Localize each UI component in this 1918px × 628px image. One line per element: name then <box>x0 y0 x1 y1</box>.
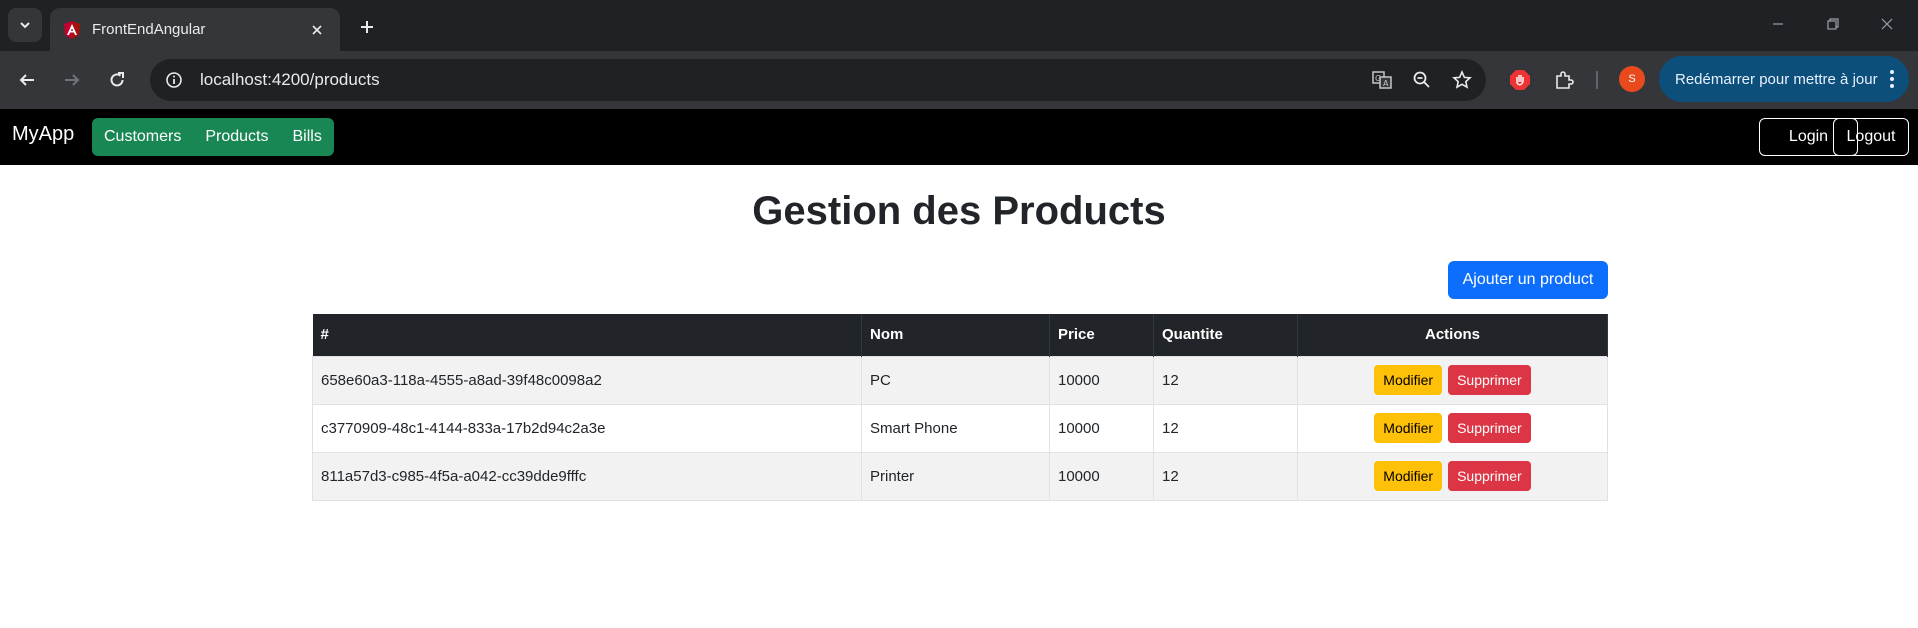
cell-id: 658e60a3-118a-4555-a8ad-39f48c0098a2 <box>312 355 862 405</box>
cell-actions: Modifier Supprimer <box>1297 403 1608 453</box>
add-product-button[interactable]: Ajouter un product <box>1448 261 1608 299</box>
chevron-down-icon <box>20 22 30 29</box>
table-row: c3770909-48c1-4144-833a-17b2d94c2a3e Sma… <box>312 403 1608 453</box>
cell-name: Smart Phone <box>861 403 1050 453</box>
zoom-out-icon[interactable] <box>1406 64 1438 96</box>
table-header-row: # Nom Price Quantite Actions <box>312 314 1608 356</box>
nav-link-products[interactable]: Products <box>193 118 281 156</box>
reload-icon <box>110 72 124 87</box>
back-button[interactable] <box>9 62 45 98</box>
arrow-left-icon <box>19 74 34 86</box>
new-tab-button[interactable] <box>352 12 382 42</box>
cell-name: PC <box>861 355 1050 405</box>
cell-price: 10000 <box>1049 403 1154 453</box>
close-window-button[interactable] <box>1873 12 1901 36</box>
tab-close-icon[interactable] <box>306 19 328 41</box>
restore-button[interactable] <box>1819 12 1847 36</box>
products-table: # Nom Price Quantite Actions 658e60a3-11… <box>312 314 1608 501</box>
cell-actions: Modifier Supprimer <box>1297 355 1608 405</box>
app-navbar: MyApp Customers Products Bills Login Log… <box>0 109 1918 165</box>
svg-text:A: A <box>1383 79 1389 88</box>
cell-quantity: 12 <box>1153 355 1298 405</box>
angular-logo-icon <box>64 20 80 39</box>
cell-id: 811a57d3-c985-4f5a-a042-cc39dde9fffc <box>312 451 862 501</box>
restore-icon <box>1827 18 1839 30</box>
browser-tab[interactable]: FrontEndAngular <box>50 8 340 51</box>
nav-link-bills[interactable]: Bills <box>280 118 334 156</box>
svg-text:G: G <box>1375 74 1381 83</box>
minimize-icon <box>1773 23 1783 25</box>
toolbar-separator <box>1596 71 1598 89</box>
close-icon <box>1881 18 1893 30</box>
column-header-id: # <box>312 314 862 356</box>
table-row: 658e60a3-118a-4555-a8ad-39f48c0098a2 PC … <box>312 355 1608 405</box>
column-header-name: Nom <box>861 314 1050 356</box>
column-header-actions: Actions <box>1297 314 1608 356</box>
nav-link-customers[interactable]: Customers <box>92 118 194 156</box>
delete-button[interactable]: Supprimer <box>1448 413 1531 443</box>
cell-price: 10000 <box>1049 451 1154 501</box>
tab-search-button[interactable] <box>8 8 42 42</box>
more-vert-icon[interactable] <box>1889 68 1895 94</box>
site-info-icon[interactable] <box>160 66 188 94</box>
navbar-brand[interactable]: MyApp <box>12 123 74 146</box>
tab-title: FrontEndAngular <box>92 21 206 38</box>
cell-quantity: 12 <box>1153 403 1298 453</box>
bookmark-star-icon[interactable] <box>1446 64 1478 96</box>
update-restart-label: Redémarrer pour mettre à jour <box>1675 70 1878 88</box>
profile-avatar[interactable]: S <box>1619 66 1645 92</box>
cell-name: Printer <box>861 451 1050 501</box>
page-title: Gestion des Products <box>752 189 1166 233</box>
cell-quantity: 12 <box>1153 451 1298 501</box>
column-header-quantity: Quantite <box>1153 314 1298 356</box>
url-text: localhost:4200/products <box>200 70 380 89</box>
cell-actions: Modifier Supprimer <box>1297 451 1608 501</box>
extensions-puzzle-icon[interactable] <box>1548 64 1580 96</box>
adblock-extension-icon[interactable] <box>1504 64 1536 96</box>
cell-price: 10000 <box>1049 355 1154 405</box>
delete-button[interactable]: Supprimer <box>1448 365 1531 395</box>
translate-icon[interactable]: GA <box>1366 64 1398 96</box>
nav-links: Customers Products Bills <box>92 118 334 156</box>
minimize-button[interactable] <box>1764 12 1792 36</box>
cell-id: c3770909-48c1-4144-833a-17b2d94c2a3e <box>312 403 862 453</box>
delete-button[interactable]: Supprimer <box>1448 461 1531 491</box>
modify-button[interactable]: Modifier <box>1374 461 1443 491</box>
modify-button[interactable]: Modifier <box>1374 365 1443 395</box>
plus-icon <box>361 21 373 33</box>
reload-button[interactable] <box>99 62 135 98</box>
table-row: 811a57d3-c985-4f5a-a042-cc39dde9fffc Pri… <box>312 451 1608 501</box>
arrow-right-icon <box>65 74 80 86</box>
modify-button[interactable]: Modifier <box>1374 413 1443 443</box>
update-restart-button[interactable]: Redémarrer pour mettre à jour <box>1659 56 1909 102</box>
logout-button[interactable]: Logout <box>1833 118 1909 156</box>
column-header-price: Price <box>1049 314 1154 356</box>
address-bar[interactable]: localhost:4200/products GA <box>150 59 1486 101</box>
forward-button[interactable] <box>54 62 90 98</box>
browser-titlebar: FrontEndAngular <box>0 0 1918 51</box>
